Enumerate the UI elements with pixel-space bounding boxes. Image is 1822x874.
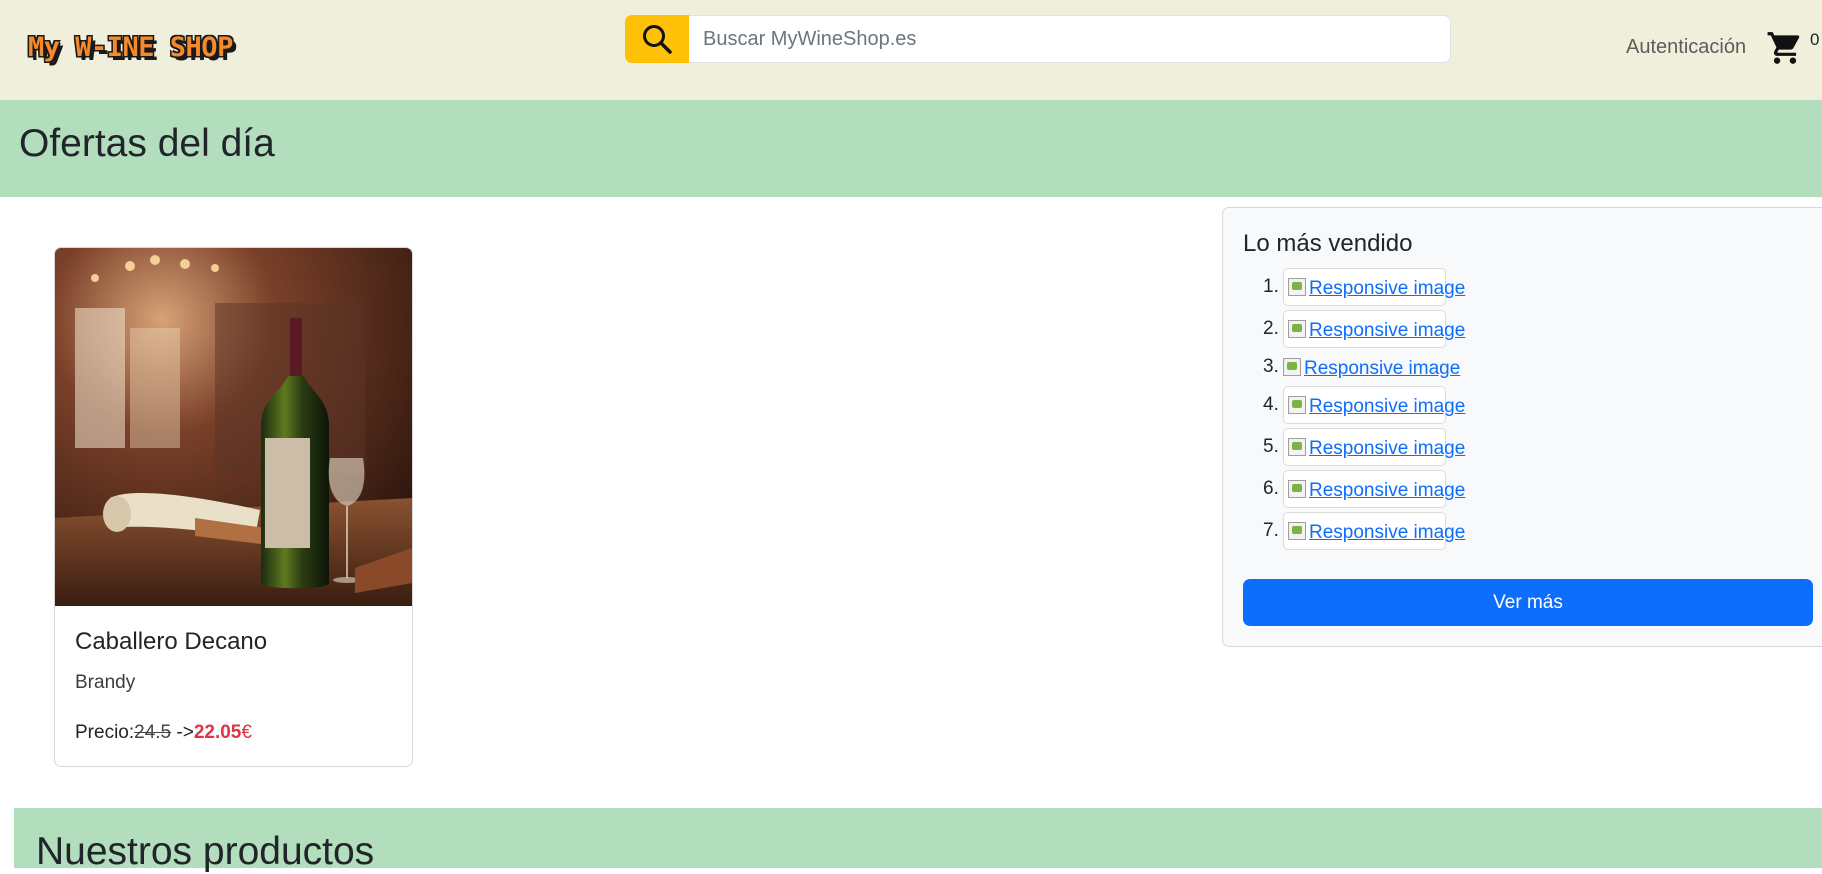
- best-seller-link[interactable]: Responsive image: [1304, 358, 1460, 380]
- product-card[interactable]: Caballero Decano Brandy Precio:24.5 ->22…: [54, 247, 413, 767]
- products-banner: Nuestros productos: [14, 808, 1822, 873]
- list-item: 1. Responsive image: [1223, 268, 1523, 306]
- cart-button[interactable]: [1766, 28, 1804, 68]
- broken-image-icon: [1288, 438, 1306, 456]
- best-seller-thumbnail[interactable]: Responsive image: [1283, 470, 1465, 508]
- new-price: 22.05: [193, 722, 242, 743]
- list-item: 3. Responsive image: [1223, 348, 1523, 386]
- broken-image-icon: [1288, 480, 1306, 498]
- price-label: Precio:: [75, 722, 135, 743]
- broken-image-icon: [1288, 522, 1306, 540]
- offers-title: Ofertas del día: [19, 122, 275, 165]
- broken-image-icon: [1288, 278, 1306, 296]
- list-item: 6. Responsive image: [1223, 470, 1523, 508]
- search-input[interactable]: [689, 15, 1451, 63]
- rank-number: 3.: [1263, 356, 1279, 377]
- list-item: 4. Responsive image: [1223, 386, 1523, 424]
- list-item: 2. Responsive image: [1223, 310, 1523, 348]
- broken-image-icon: [1283, 358, 1301, 376]
- rank-number: 6.: [1263, 478, 1279, 499]
- search-button[interactable]: [625, 15, 689, 63]
- best-seller-link[interactable]: Responsive image: [1309, 278, 1465, 300]
- rank-number: 1.: [1263, 276, 1279, 297]
- shopping-cart-icon: [1767, 32, 1800, 64]
- best-seller-thumbnail[interactable]: Responsive image: [1283, 428, 1465, 466]
- best-seller-link[interactable]: Responsive image: [1309, 320, 1465, 342]
- broken-image-icon: [1288, 320, 1306, 338]
- list-item: 5. Responsive image: [1223, 428, 1523, 466]
- rank-number: 2.: [1263, 318, 1279, 339]
- search-icon: [643, 25, 672, 54]
- best-sellers-panel: Lo más vendido 1. Responsive image 2. Re…: [1222, 207, 1822, 647]
- currency-symbol: €: [241, 722, 252, 743]
- see-more-button[interactable]: Ver más: [1243, 579, 1813, 626]
- best-sellers-title: Lo más vendido: [1243, 230, 1413, 257]
- products-title: Nuestros productos: [36, 830, 375, 873]
- login-link[interactable]: Autenticación: [1626, 36, 1746, 59]
- best-seller-thumbnail[interactable]: Responsive image: [1283, 310, 1465, 348]
- best-seller-link[interactable]: Responsive image: [1309, 480, 1465, 502]
- offers-banner: Ofertas del día: [0, 100, 1822, 197]
- logo-text: My W-INE SHOP: [28, 31, 233, 63]
- rank-number: 4.: [1263, 394, 1279, 415]
- cart-count-badge: 0: [1810, 30, 1820, 49]
- best-seller-thumbnail[interactable]: Responsive image: [1283, 268, 1465, 306]
- navbar: My W-INE SHOP Autenticación 0: [0, 0, 1822, 100]
- best-seller-link[interactable]: Responsive image: [1309, 396, 1465, 418]
- product-name[interactable]: Caballero Decano: [75, 628, 267, 656]
- shop-logo[interactable]: My W-INE SHOP: [28, 28, 298, 66]
- list-item: 7. Responsive image: [1223, 512, 1523, 550]
- best-seller-link[interactable]: Responsive image: [1309, 522, 1465, 544]
- product-image[interactable]: [55, 248, 412, 606]
- best-seller-thumbnail[interactable]: Responsive image: [1283, 512, 1465, 550]
- best-seller-link[interactable]: Responsive image: [1309, 438, 1465, 460]
- product-category: Brandy: [75, 672, 136, 693]
- rank-number: 5.: [1263, 436, 1279, 457]
- old-price: 24.5: [134, 722, 172, 743]
- product-price: Precio:24.5 ->22.05€: [75, 722, 252, 744]
- rank-number: 7.: [1263, 520, 1279, 541]
- price-arrow: ->: [171, 722, 194, 743]
- best-seller-thumbnail[interactable]: Responsive image: [1283, 386, 1465, 424]
- broken-image-icon: [1288, 396, 1306, 414]
- best-seller-thumbnail[interactable]: Responsive image: [1278, 348, 1460, 386]
